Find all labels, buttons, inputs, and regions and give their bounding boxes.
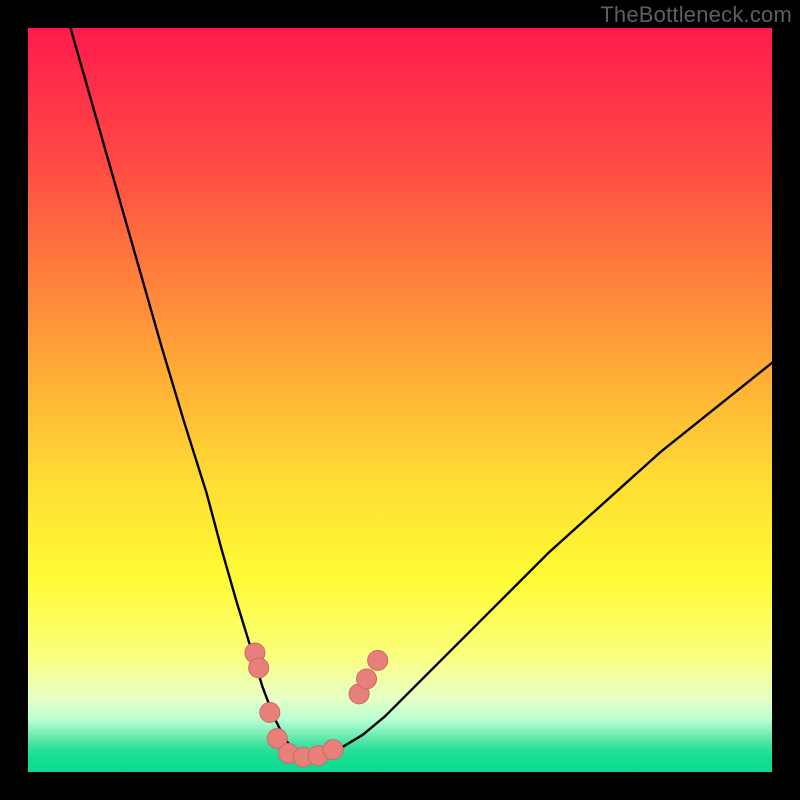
watermark-text: TheBottleneck.com: [600, 2, 792, 28]
data-marker: [368, 650, 388, 670]
data-markers: [245, 643, 388, 767]
data-marker: [260, 702, 280, 722]
data-marker: [249, 658, 269, 678]
chart-frame: TheBottleneck.com: [0, 0, 800, 800]
chart-svg: [28, 28, 772, 772]
data-marker: [357, 669, 377, 689]
bottleneck-curve: [28, 28, 772, 757]
plot-area: [28, 28, 772, 772]
curve-path: [28, 28, 772, 757]
data-marker: [323, 740, 343, 760]
